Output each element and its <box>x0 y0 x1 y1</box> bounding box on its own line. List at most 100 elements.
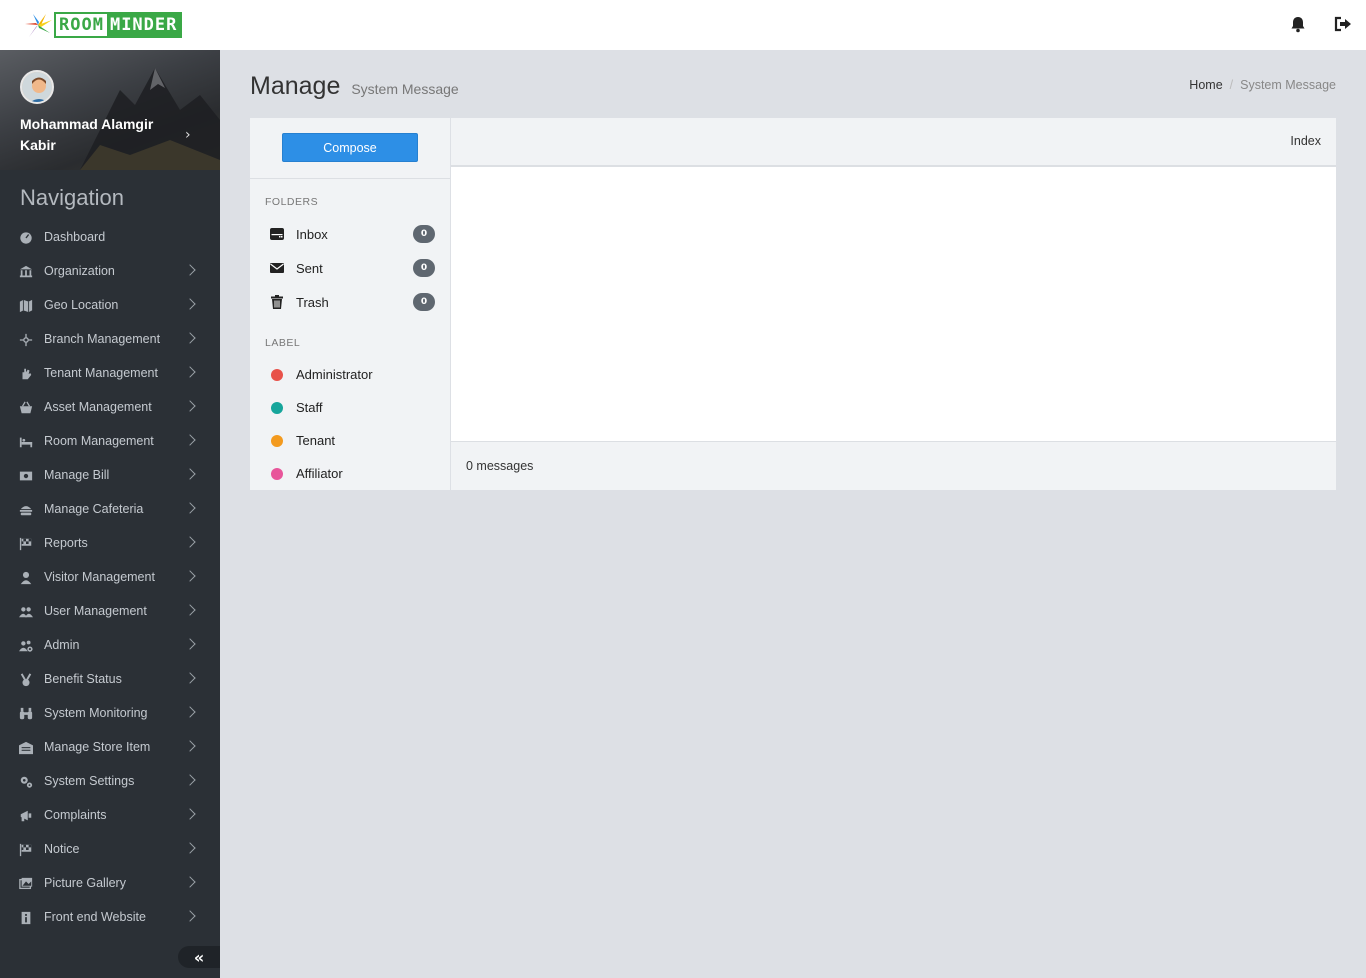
sidebar-item-tenant-management[interactable]: Tenant Management <box>0 357 220 391</box>
circle-icon <box>271 369 283 381</box>
chevron-right-icon <box>184 570 196 582</box>
sidebar-item-label: Branch Management <box>44 332 161 346</box>
sidebar-item-label: Complaints <box>44 808 107 822</box>
breadcrumb-current: System Message <box>1240 78 1336 92</box>
sidebar-item-benefit-status[interactable]: Benefit Status <box>0 663 220 697</box>
sidebar-item-label: Dashboard <box>44 230 106 244</box>
folder-count-badge: 0 <box>413 293 435 311</box>
chevron-right-icon <box>184 910 196 922</box>
sidebar-item-complaints[interactable]: Complaints <box>0 799 220 833</box>
folders-heading: FOLDERS <box>265 196 319 208</box>
user-profile-panel[interactable]: Mohammad Alamgir Kabir › <box>0 50 220 170</box>
folder-count-badge: 0 <box>413 259 435 277</box>
circle-icon <box>271 435 283 447</box>
folder-inbox[interactable]: Inbox 0 <box>250 223 450 247</box>
sidebar-item-label: Organization <box>44 264 115 278</box>
chevron-right-icon <box>184 502 196 514</box>
sidebar-item-branch-management[interactable]: Branch Management <box>0 323 220 357</box>
warehouse-icon <box>19 741 33 755</box>
message-count: 0 messages <box>466 459 534 473</box>
sidebar-item-user-management[interactable]: User Management <box>0 595 220 629</box>
label-tenant[interactable]: Tenant <box>250 430 450 452</box>
sidebar-item-system-settings[interactable]: System Settings <box>0 765 220 799</box>
folder-trash[interactable]: Trash 0 <box>250 291 450 315</box>
chevron-right-icon <box>184 468 196 480</box>
label-text: Administrator <box>296 367 373 382</box>
sidebar-item-asset-management[interactable]: Asset Management <box>0 391 220 425</box>
sidebar-item-visitor-management[interactable]: Visitor Management <box>0 561 220 595</box>
dashboard-icon <box>20 232 32 244</box>
sidebar-item-manage-cafeteria[interactable]: Manage Cafeteria <box>0 493 220 527</box>
logo-star-icon <box>25 14 52 37</box>
avatar-face-icon <box>22 72 52 102</box>
chevron-right-icon <box>184 808 196 820</box>
sidebar-item-label: User Management <box>44 604 147 618</box>
chevron-right-icon <box>184 366 196 378</box>
label-administrator[interactable]: Administrator <box>250 364 450 386</box>
label-text: Affiliator <box>296 466 343 481</box>
bed-icon <box>19 437 33 448</box>
folder-count-badge: 0 <box>413 225 435 243</box>
sidebar-item-geo-location[interactable]: Geo Location <box>0 289 220 323</box>
message-panel-header: Index <box>451 118 1336 167</box>
label-text: Staff <box>296 400 323 415</box>
sidebar-item-label: Reports <box>44 536 88 550</box>
sidebar-item-label: Tenant Management <box>44 366 158 380</box>
sidebar-item-label: Manage Cafeteria <box>44 502 144 516</box>
hand-icon <box>22 368 32 380</box>
sidebar-item-picture-gallery[interactable]: Picture Gallery <box>0 867 220 901</box>
sidebar-item-manage-bill[interactable]: Manage Bill <box>0 459 220 493</box>
mailbox-sidebar: Compose FOLDERS Inbox 0 Sent 0 Trash 0 L… <box>250 118 450 490</box>
user-icon <box>20 571 32 585</box>
breadcrumb: Home / System Message <box>1189 78 1336 92</box>
sidebar-item-label: Geo Location <box>44 298 119 312</box>
sidebar-item-manage-store-item[interactable]: Manage Store Item <box>0 731 220 765</box>
breadcrumb-home[interactable]: Home <box>1189 78 1222 92</box>
label-staff[interactable]: Staff <box>250 397 450 419</box>
basket-icon <box>19 401 33 414</box>
compose-area: Compose <box>250 118 450 179</box>
collapse-sidebar-button[interactable]: « <box>178 946 220 968</box>
flag-checkered-icon <box>19 843 32 857</box>
bell-icon[interactable] <box>1288 14 1308 34</box>
chevron-right-icon <box>184 774 196 786</box>
sidebar-item-front-end-website[interactable]: Front end Website <box>0 901 220 935</box>
sidebar-item-admin[interactable]: Admin <box>0 629 220 663</box>
chevron-right-icon <box>184 298 196 310</box>
sidebar-item-system-monitoring[interactable]: System Monitoring <box>0 697 220 731</box>
envelope-icon <box>270 263 284 273</box>
bullhorn-icon <box>20 810 32 822</box>
sidebar-item-organization[interactable]: Organization <box>0 255 220 289</box>
sidebar-item-room-management[interactable]: Room Management <box>0 425 220 459</box>
sidebar-item-label: Visitor Management <box>44 570 155 584</box>
logo-text-minder: MINDER <box>106 14 181 36</box>
images-icon <box>19 877 33 890</box>
message-panel-title: Index <box>1290 134 1321 148</box>
map-icon <box>19 299 33 313</box>
burger-icon <box>19 506 33 516</box>
breadcrumb-separator: / <box>1229 78 1234 92</box>
trash-icon <box>271 295 283 309</box>
message-panel-footer: 0 messages <box>451 441 1336 490</box>
chevron-right-icon <box>184 672 196 684</box>
sidebar-item-dashboard[interactable]: Dashboard <box>0 221 220 255</box>
sidebar-item-notice[interactable]: Notice <box>0 833 220 867</box>
page-title: Manage System Message <box>250 72 459 101</box>
compose-button[interactable]: Compose <box>282 133 418 162</box>
folder-sent[interactable]: Sent 0 <box>250 257 450 281</box>
profile-name: Mohammad Alamgir Kabir <box>20 116 154 153</box>
avatar[interactable] <box>20 70 54 104</box>
inbox-icon <box>270 228 284 240</box>
info-icon <box>21 911 31 925</box>
sidebar-item-reports[interactable]: Reports <box>0 527 220 561</box>
nav-heading: Navigation <box>20 185 124 210</box>
money-icon <box>19 471 33 481</box>
app-logo[interactable]: ROOM MINDER <box>24 11 183 39</box>
chevron-right-icon[interactable]: › <box>185 127 191 143</box>
chevron-right-icon <box>184 536 196 548</box>
page-title-text: Manage <box>250 72 341 100</box>
nav-menu: Dashboard Organization Geo Location Branch … <box>0 221 220 935</box>
sign-out-icon[interactable] <box>1333 14 1353 34</box>
label-affiliator[interactable]: Affiliator <box>250 463 450 485</box>
chevron-right-icon <box>184 706 196 718</box>
